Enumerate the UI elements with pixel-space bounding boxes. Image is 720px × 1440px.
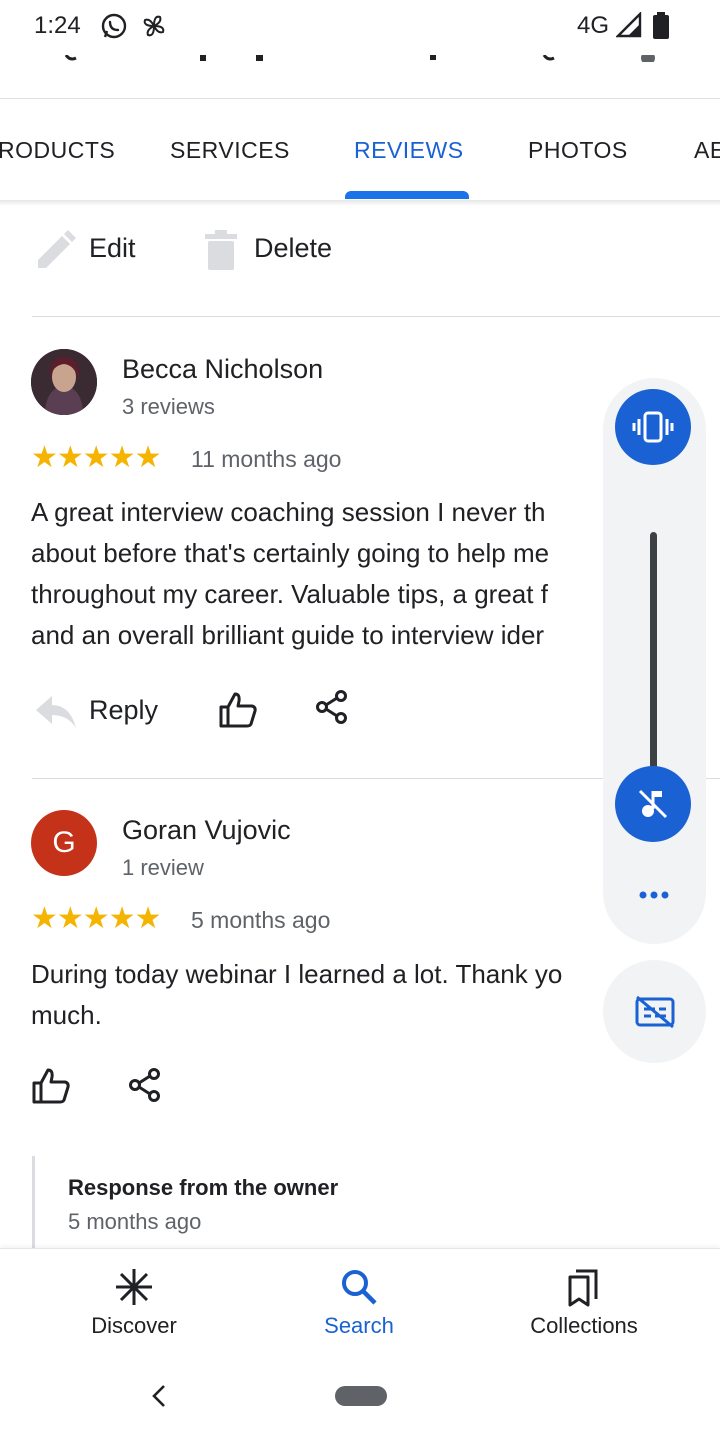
review-text-line: about before that's certainly going to h… [31, 538, 550, 568]
search-icon [342, 1270, 377, 1305]
pencil-icon [38, 230, 76, 268]
reviewer-name[interactable]: Goran Vujovic [122, 815, 291, 846]
review-time: 11 months ago [191, 446, 342, 472]
review-text-line: and an overall brilliant guide to interv… [31, 620, 545, 650]
divider [32, 316, 720, 317]
edit-label: Edit [89, 233, 136, 263]
section-tabs: RODUCTS SERVICES REVIEWS PHOTOS AE [0, 98, 720, 201]
owner-response-title: Response from the owner [68, 1175, 339, 1200]
avatar[interactable]: G [31, 810, 97, 876]
star-rating: ★★★★★ [31, 902, 161, 935]
back-icon[interactable] [150, 1384, 168, 1408]
bottom-navigation: Discover Search Collections [0, 1248, 720, 1359]
review-text: During today webinar I learned a lot. Th… [31, 954, 603, 1036]
nav-discover[interactable]: Discover [14, 1249, 254, 1359]
reply-icon [36, 696, 76, 728]
more-icon[interactable] [638, 890, 670, 900]
review-text-line: During today webinar I learned a lot. Th… [31, 959, 563, 989]
reviewer-name[interactable]: Becca Nicholson [122, 354, 323, 385]
tab-reviews[interactable]: REVIEWS [354, 137, 464, 164]
reply-label: Reply [89, 695, 159, 725]
discover-icon [116, 1269, 152, 1305]
owner-response-bar [32, 1156, 35, 1248]
delete-button[interactable]: Delete [205, 228, 345, 272]
reviewer-review-count: 1 review [122, 855, 204, 880]
nav-discover-label: Discover [91, 1313, 177, 1338]
battery-icon [653, 12, 669, 39]
tabs-shadow [0, 200, 720, 206]
trash-icon [205, 230, 237, 270]
music-off-icon [638, 789, 668, 819]
star-rating: ★★★★★ [31, 441, 161, 474]
system-navigation-bar [0, 1358, 720, 1440]
volume-slider[interactable] [650, 532, 657, 804]
owner-response-time: 5 months ago [68, 1209, 202, 1234]
review-text-line: A great interview coaching session I nev… [31, 497, 546, 527]
whatsapp-icon [101, 13, 127, 39]
nav-collections[interactable]: Collections [464, 1249, 704, 1359]
live-caption-button[interactable] [603, 960, 706, 1063]
thumbs-up-icon[interactable] [219, 692, 257, 728]
status-bar: 1:24 4G [0, 0, 720, 52]
edit-button[interactable]: Edit [34, 228, 154, 272]
share-icon[interactable] [129, 1068, 161, 1102]
reviewer-review-count: 3 reviews [122, 394, 215, 419]
review-text-line: throughout my career. Valuable tips, a g… [31, 579, 548, 609]
tab-products[interactable]: RODUCTS [0, 137, 115, 164]
tab-services[interactable]: SERVICES [170, 137, 290, 164]
tab-photos[interactable]: PHOTOS [528, 137, 628, 164]
ringer-vibrate-button[interactable] [615, 389, 691, 465]
active-tab-indicator [345, 191, 469, 199]
scrolled-off-content [0, 52, 720, 62]
review-text: A great interview coaching session I nev… [31, 492, 603, 656]
nav-search[interactable]: Search [239, 1249, 479, 1359]
delete-label: Delete [254, 233, 333, 263]
review-text-line: much. [31, 1000, 102, 1030]
captions-off-icon [635, 995, 674, 1028]
reply-button[interactable]: Reply [36, 690, 166, 734]
collections-icon [568, 1269, 598, 1307]
thumbs-up-icon[interactable] [32, 1068, 70, 1104]
media-mute-button[interactable] [615, 766, 691, 842]
signal-icon [616, 12, 642, 38]
tab-about[interactable]: AE [694, 137, 720, 164]
status-time: 1:24 [34, 12, 81, 39]
pinwheel-icon [143, 15, 165, 37]
vibrate-icon [632, 411, 674, 443]
avatar-photo [31, 349, 97, 415]
share-icon[interactable] [316, 690, 348, 724]
avatar[interactable] [31, 349, 97, 415]
home-pill[interactable] [335, 1386, 387, 1406]
review-time: 5 months ago [191, 907, 331, 933]
nav-collections-label: Collections [530, 1313, 638, 1338]
network-type: 4G [577, 12, 610, 39]
nav-search-label: Search [324, 1313, 394, 1338]
